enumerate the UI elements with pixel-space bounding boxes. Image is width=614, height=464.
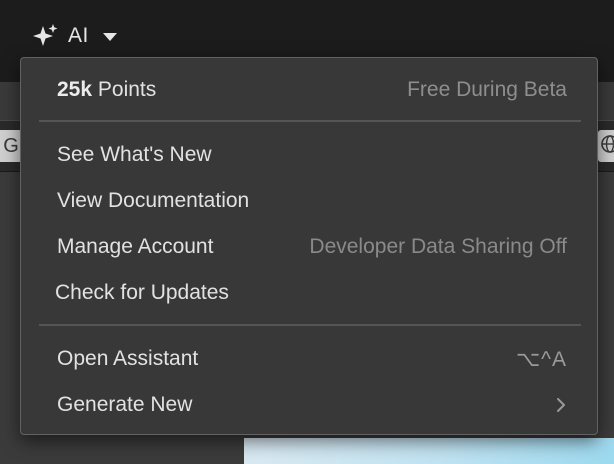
menu-item-check-for-updates[interactable]: Check for Updates <box>21 273 597 313</box>
menu-item-label: View Documentation <box>57 189 250 212</box>
menu-item-manage-account[interactable]: Manage Account Developer Data Sharing Of… <box>21 227 597 267</box>
ai-menu-button[interactable]: AI <box>30 20 117 52</box>
menu-divider <box>39 120 581 122</box>
toolbar-left-button[interactable]: G <box>0 130 22 162</box>
globe-icon <box>600 134 614 159</box>
points-balance-row: 25k Points Free During Beta <box>21 70 597 110</box>
points-value: 25k <box>57 78 93 101</box>
points-note: Free During Beta <box>407 78 567 101</box>
menu-item-view-documentation[interactable]: View Documentation <box>21 181 597 221</box>
ai-menu-label: AI <box>68 24 89 47</box>
ai-dropdown-menu: 25k Points Free During Beta See What's N… <box>20 57 598 435</box>
menu-item-see-whats-new[interactable]: See What's New <box>21 135 597 175</box>
canvas-image-preview <box>244 438 614 464</box>
menu-item-label: Check for Updates <box>55 281 229 304</box>
chevron-right-icon <box>555 396 567 414</box>
menu-item-label: Manage Account <box>57 235 214 258</box>
points-balance: 25k Points <box>57 78 156 102</box>
data-sharing-status: Developer Data Sharing Off <box>309 235 567 258</box>
menu-item-label: Open Assistant <box>57 347 199 370</box>
sparkle-icon <box>30 23 60 49</box>
keyboard-shortcut: ⌥^A <box>515 347 567 371</box>
menu-item-label: See What's New <box>57 143 212 166</box>
menu-divider <box>39 324 581 326</box>
points-unit: Points <box>97 78 157 101</box>
menu-item-label: Generate New <box>57 393 193 416</box>
menu-item-generate-new[interactable]: Generate New <box>21 385 597 425</box>
toolbar-globe-button[interactable] <box>598 130 614 162</box>
menu-item-open-assistant[interactable]: Open Assistant ⌥^A <box>21 339 597 379</box>
caret-down-icon <box>102 33 117 41</box>
